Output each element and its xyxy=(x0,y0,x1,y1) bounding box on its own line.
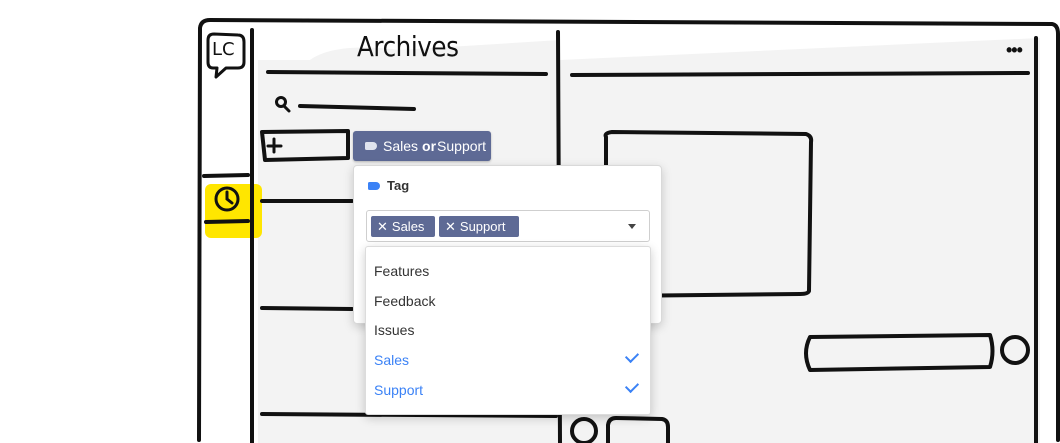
tag-icon xyxy=(368,181,380,190)
option-label: Sales xyxy=(374,352,410,368)
remove-tag-icon[interactable]: ✕ xyxy=(377,219,388,235)
page-title: Archives xyxy=(357,30,459,63)
chip-label: Sales xyxy=(391,219,425,234)
logo: LC xyxy=(212,39,235,60)
menu-option-issues[interactable]: Issues xyxy=(366,316,650,344)
selected-tag-chip: ✕ Sales xyxy=(371,216,435,237)
tag-options-menu: Features Feedback Issues Sales Support xyxy=(365,246,651,415)
remove-tag-icon[interactable]: ✕ xyxy=(445,219,456,235)
filter-label-right: Support xyxy=(437,138,487,154)
tag-select-input[interactable]: ✕ Sales ✕ Support xyxy=(366,210,650,242)
menu-option-feedback[interactable]: Feedback xyxy=(366,287,650,315)
option-label: Issues xyxy=(374,322,415,338)
menu-option-support[interactable]: Support xyxy=(366,376,650,404)
filter-operator: or xyxy=(422,138,437,154)
checkmark-icon xyxy=(624,378,640,394)
menu-option-features[interactable]: Features xyxy=(366,257,650,285)
more-icon[interactable]: ••• xyxy=(1006,40,1023,61)
checkmark-icon xyxy=(624,348,640,364)
popover-heading-label: Tag xyxy=(387,178,410,193)
option-label: Feedback xyxy=(374,293,436,309)
menu-option-sales[interactable]: Sales xyxy=(366,346,650,374)
tag-filter-button[interactable]: Sales or Support xyxy=(353,131,491,161)
option-label: Features xyxy=(374,263,430,279)
popover-heading: Tag xyxy=(368,178,409,193)
filter-label-left: Sales xyxy=(383,138,419,154)
tag-icon xyxy=(365,142,377,150)
chip-label: Support xyxy=(459,219,506,234)
option-label: Support xyxy=(374,382,424,398)
chevron-down-icon[interactable] xyxy=(628,224,636,229)
selected-tag-chip: ✕ Support xyxy=(439,216,519,237)
